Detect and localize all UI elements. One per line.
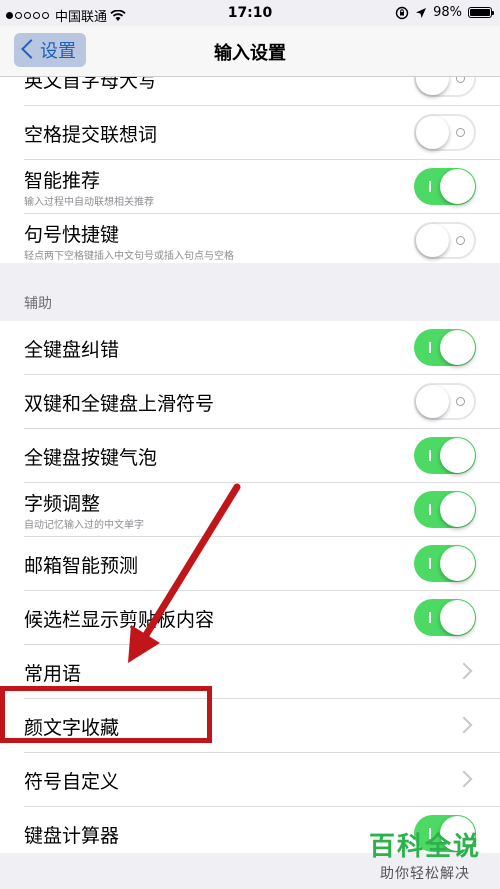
toggle-on-indicator-icon — [429, 450, 431, 461]
settings-row[interactable]: 全键盘纠错 — [24, 321, 500, 375]
toggle-switch[interactable] — [414, 114, 476, 151]
toggle-switch[interactable] — [414, 383, 476, 420]
toggle-switch[interactable] — [414, 491, 476, 528]
toggle-off-indicator-icon — [456, 397, 465, 406]
battery-icon — [468, 7, 494, 18]
toggle-knob — [440, 169, 475, 204]
settings-row[interactable]: 双键和全键盘上滑符号 — [24, 375, 500, 429]
row-label: 双键和全键盘上滑符号 — [24, 393, 215, 415]
toggle-switch[interactable] — [414, 329, 476, 366]
toggle-knob — [440, 492, 475, 527]
row-sublabel: 自动记忆输入过的中文单字 — [24, 520, 144, 531]
chevron-right-icon — [455, 770, 473, 788]
settings-row[interactable]: 空格提交联想词 — [24, 106, 500, 160]
chevron-right-icon — [455, 716, 473, 734]
toggle-knob — [416, 385, 449, 418]
rotation-lock-icon — [395, 6, 409, 19]
row-label: 英文首字母大写 — [24, 77, 158, 92]
toggle-knob — [440, 600, 475, 635]
toggle-off-indicator-icon — [456, 77, 465, 83]
row-label: 键盘计算器 — [24, 825, 120, 847]
toggle-on-indicator-icon — [429, 558, 431, 569]
row-label: 符号自定义 — [24, 771, 120, 793]
toggle-switch[interactable] — [414, 599, 476, 636]
settings-group-2: 全键盘纠错双键和全键盘上滑符号 全键盘按键气泡 字频调整自动记忆输入过的中文单字邮箱… — [0, 321, 500, 853]
row-label: 智能推荐 — [24, 170, 101, 192]
row-label: 字频调整 — [24, 493, 101, 515]
settings-row[interactable]: 智能推荐输入过程中自动联想相关推荐 — [24, 160, 500, 214]
status-bar: 中国联通 17:10 98% — [0, 0, 500, 26]
row-label: 全键盘纠错 — [24, 339, 120, 361]
toggle-switch[interactable] — [414, 437, 476, 474]
row-sublabel: 输入过程中自动联想相关推荐 — [24, 197, 154, 208]
toggle-knob — [416, 224, 449, 257]
toggle-on-indicator-icon — [429, 181, 431, 192]
watermark-subtitle: 助你轻松解决 — [380, 866, 470, 882]
toggle-knob — [440, 330, 475, 365]
section-header-assist: 辅助 — [24, 296, 52, 312]
settings-group-1: 英文首字母大写空格提交联想词 智能推荐输入过程中自动联想相关推荐句号快捷键轻点两下… — [0, 77, 500, 263]
annotation-highlight-box — [0, 686, 212, 743]
toggle-knob — [440, 546, 475, 581]
row-label: 全键盘按键气泡 — [24, 447, 158, 469]
toggle-switch[interactable] — [414, 545, 476, 582]
watermark-title: 百科全说 — [368, 832, 481, 862]
toggle-off-indicator-icon — [456, 236, 465, 245]
row-label: 邮箱智能预测 — [24, 555, 139, 577]
settings-row[interactable]: 符号自定义 — [24, 753, 500, 807]
battery-percent: 98% — [433, 5, 462, 20]
toggle-off-indicator-icon — [456, 128, 465, 137]
toggle-switch[interactable] — [414, 222, 476, 259]
settings-row[interactable]: 英文首字母大写 — [24, 77, 500, 106]
toggle-on-indicator-icon — [429, 612, 431, 623]
row-label: 句号快捷键 — [24, 224, 120, 246]
chevron-right-icon — [455, 662, 473, 680]
settings-row[interactable]: 邮箱智能预测 — [24, 537, 500, 591]
location-icon — [416, 7, 427, 18]
watermark-logo: 百科全说 助你轻松解决 — [360, 826, 490, 883]
toggle-knob — [440, 438, 475, 473]
status-right: 98% — [395, 5, 494, 20]
toggle-switch[interactable] — [414, 168, 476, 205]
settings-row[interactable]: 句号快捷键轻点两下空格键插入中文句号或插入句点与空格 — [24, 214, 500, 263]
row-label: 常用语 — [24, 663, 82, 685]
row-label: 空格提交联想词 — [24, 124, 158, 146]
settings-row[interactable]: 字频调整自动记忆输入过的中文单字 — [24, 483, 500, 537]
toggle-switch[interactable] — [414, 77, 476, 97]
navigation-bar: 设置 输入设置 — [0, 26, 500, 77]
toggle-on-indicator-icon — [429, 504, 431, 515]
row-label: 候选栏显示剪贴板内容 — [24, 609, 215, 631]
row-sublabel: 轻点两下空格键插入中文句号或插入句点与空格 — [24, 251, 234, 262]
toggle-knob — [416, 77, 449, 95]
toggle-on-indicator-icon — [429, 342, 431, 353]
toggle-knob — [416, 116, 449, 149]
settings-row[interactable]: 全键盘按键气泡 — [24, 429, 500, 483]
page-title: 输入设置 — [214, 43, 286, 64]
settings-row[interactable]: 候选栏显示剪贴板内容 — [24, 591, 500, 645]
